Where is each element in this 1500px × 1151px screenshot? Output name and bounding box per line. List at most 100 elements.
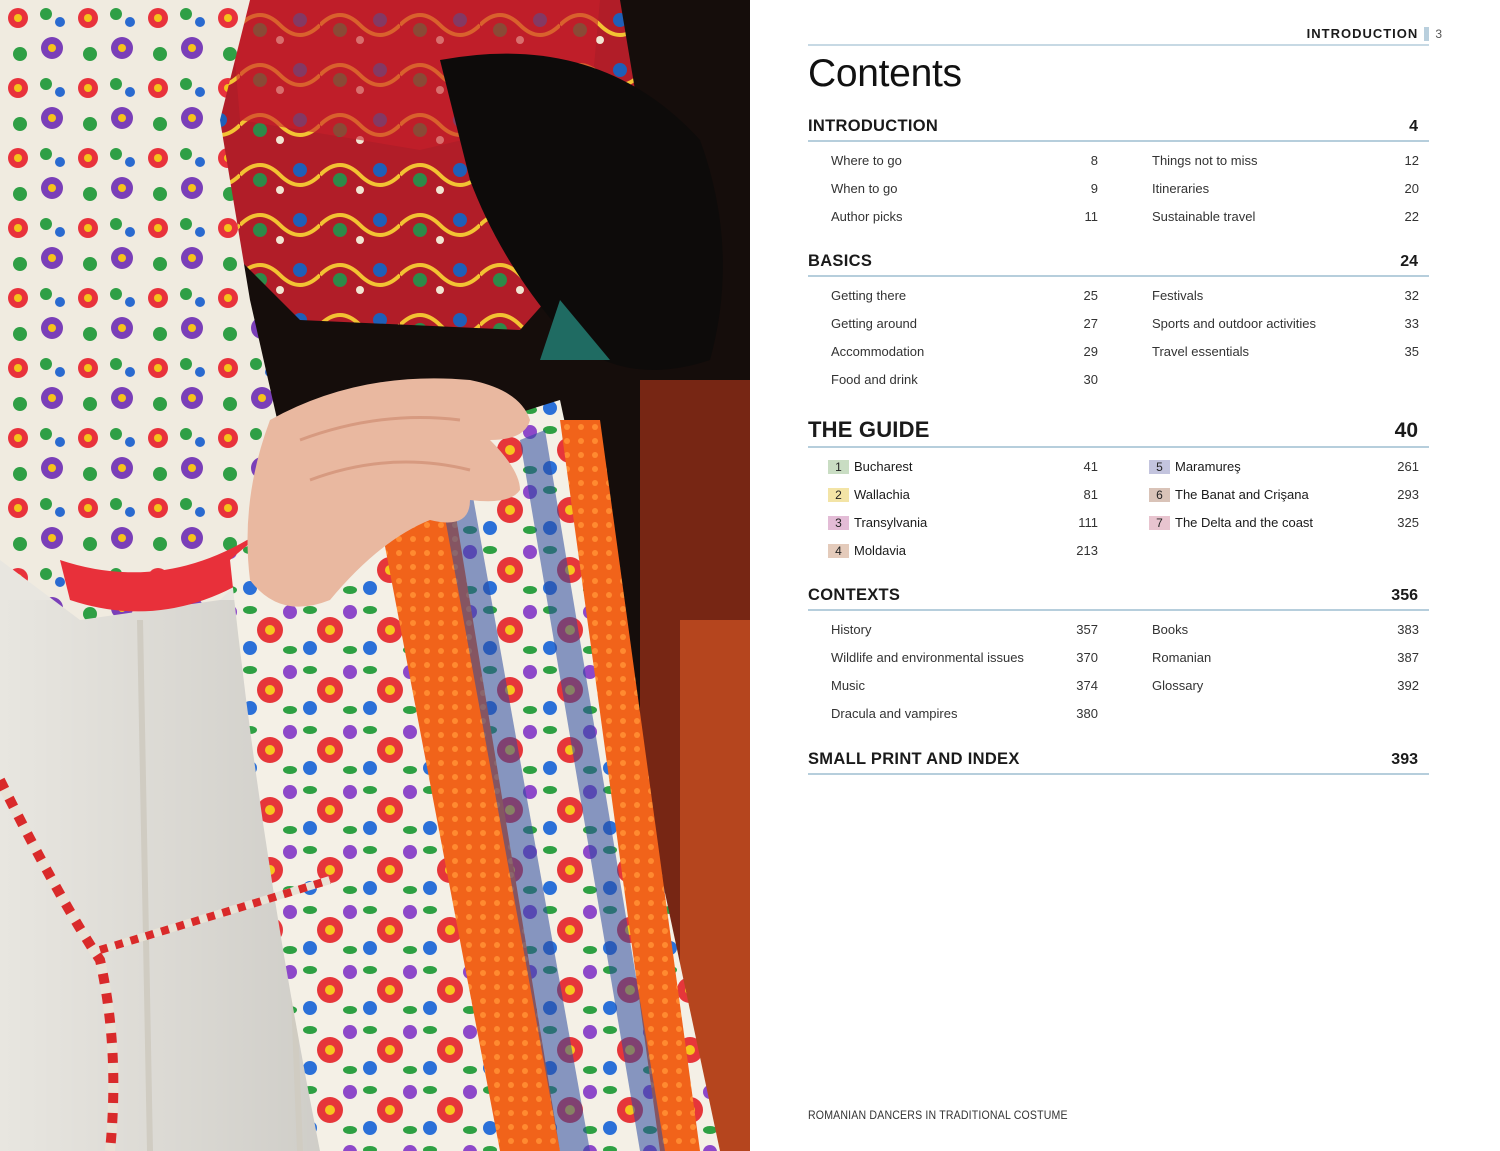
entry-page: 293 [1397, 487, 1419, 502]
entry-page: 357 [1076, 622, 1098, 637]
entry-page: 380 [1076, 706, 1098, 721]
chapter-label: Transylvania [854, 515, 928, 530]
toc-entry[interactable]: Food and drink 30 [831, 366, 1098, 394]
entry-page: 27 [1083, 316, 1098, 331]
entry-label: Music [831, 678, 865, 693]
entry-page: 370 [1076, 650, 1098, 665]
entry-page: 383 [1397, 622, 1419, 637]
section-header[interactable]: BASICS 24 [808, 245, 1429, 277]
entry-page: 25 [1083, 288, 1098, 303]
section-guide: THE GUIDE 40 1 Bucharest 41 2 Wallachia 81… [808, 412, 1429, 558]
entry-page: 213 [1076, 543, 1098, 558]
chapter-label: Maramureş [1175, 459, 1241, 474]
entry-page: 387 [1397, 650, 1419, 665]
entry-page: 81 [1083, 487, 1098, 502]
chapter-label: Bucharest [854, 459, 913, 474]
toc-entry[interactable]: Getting there 25 [831, 282, 1098, 310]
guide-chapter[interactable]: 4 Moldavia 213 [828, 537, 1098, 565]
toc-entry[interactable]: Sustainable travel 22 [1152, 203, 1419, 231]
toc-entry[interactable]: Things not to miss 12 [1152, 147, 1419, 175]
chapter-number: 1 [828, 459, 849, 474]
entry-page: 29 [1083, 344, 1098, 359]
guide-chapter[interactable]: 5 Maramureş 261 [1149, 453, 1419, 481]
toc-entry[interactable]: Where to go 8 [831, 147, 1098, 175]
guide-chapter[interactable]: 6 The Banat and Crişana 293 [1149, 481, 1419, 509]
top-rule [808, 44, 1429, 46]
section-title: INTRODUCTION [808, 117, 939, 135]
section-page: 24 [1400, 253, 1418, 270]
toc-entry[interactable]: Accommodation 29 [831, 338, 1098, 366]
page-title: Contents [808, 52, 962, 95]
guide-chapter[interactable]: 7 The Delta and the coast 325 [1149, 509, 1419, 537]
section-introduction: INTRODUCTION 4 Where to go 8 When to go 9 … [808, 110, 1429, 224]
chapter-number: 5 [1149, 459, 1170, 474]
toc-entry[interactable]: History 357 [831, 616, 1098, 644]
section-title: THE GUIDE [808, 417, 930, 442]
entry-label: Romanian [1152, 650, 1212, 665]
entry-label: Sports and outdoor activities [1152, 316, 1317, 331]
toc-entry[interactable]: Music 374 [831, 672, 1098, 700]
section-header[interactable]: CONTEXTS 356 [808, 579, 1429, 611]
guide-chapter[interactable]: 1 Bucharest 41 [828, 453, 1098, 481]
section-page: 393 [1391, 751, 1418, 768]
entry-page: 8 [1090, 153, 1098, 168]
entry-page: 392 [1397, 678, 1419, 693]
guide-chapter[interactable]: 3 Transylvania 111 [828, 509, 1098, 537]
toc-entry[interactable]: Festivals 32 [1152, 282, 1419, 310]
section-header[interactable]: INTRODUCTION 4 [808, 110, 1429, 142]
toc-entry[interactable]: Sports and outdoor activities 33 [1152, 310, 1419, 338]
section-header[interactable]: THE GUIDE 40 [808, 412, 1429, 448]
photo-caption: ROMANIAN DANCERS IN TRADITIONAL COSTUME [808, 1108, 1068, 1122]
entry-label: Getting around [831, 316, 918, 331]
section-page: 40 [1394, 419, 1418, 442]
section-title: CONTEXTS [808, 586, 901, 604]
toc-entry[interactable]: Dracula and vampires 380 [831, 700, 1098, 728]
entry-page: 35 [1404, 344, 1419, 359]
section-small-print: SMALL PRINT AND INDEX 393 [808, 743, 1429, 775]
entry-page: 12 [1404, 153, 1419, 168]
toc-entry[interactable]: When to go 9 [831, 175, 1098, 203]
chapter-number: 6 [1149, 487, 1170, 502]
chapter-number: 4 [828, 543, 849, 558]
chapter-label: The Delta and the coast [1175, 515, 1314, 530]
entry-label: Wildlife and environmental issues [831, 650, 1024, 665]
section-title: BASICS [808, 252, 873, 270]
embroidered-costume-photo [0, 0, 750, 1151]
chapter-label: Wallachia [854, 487, 910, 502]
entry-page: 20 [1404, 181, 1419, 196]
section-contexts: CONTEXTS 356 History 357 Wildlife and env… [808, 579, 1429, 721]
entry-label: Food and drink [831, 372, 918, 387]
toc-entry[interactable]: Itineraries 20 [1152, 175, 1419, 203]
entry-label: Where to go [831, 153, 902, 168]
toc-entry[interactable]: Getting around 27 [831, 310, 1098, 338]
toc-entry[interactable]: Books 383 [1152, 616, 1419, 644]
toc-entry[interactable]: Romanian 387 [1152, 644, 1419, 672]
toc-entry[interactable]: Author picks 11 [831, 203, 1098, 231]
chapter-label: Moldavia [854, 543, 907, 558]
toc-entry[interactable]: Wildlife and environmental issues 370 [831, 644, 1098, 672]
entry-page: 261 [1397, 459, 1419, 474]
guide-chapter[interactable]: 2 Wallachia 81 [828, 481, 1098, 509]
entry-label: Festivals [1152, 288, 1204, 303]
entry-page: 111 [1078, 515, 1098, 530]
section-header[interactable]: SMALL PRINT AND INDEX 393 [808, 743, 1429, 775]
page-number: 3 [1435, 26, 1442, 41]
chapter-number: 3 [828, 515, 849, 530]
running-head-label: INTRODUCTION [1306, 26, 1419, 41]
entry-label: Things not to miss [1152, 153, 1258, 168]
entry-page: 30 [1083, 372, 1098, 387]
section-page: 4 [1409, 118, 1418, 135]
running-head-divider [1424, 26, 1430, 41]
section-basics: BASICS 24 Getting there 25 Getting around… [808, 245, 1429, 387]
entry-label: History [831, 622, 872, 637]
entry-label: Dracula and vampires [831, 706, 958, 721]
entry-label: Travel essentials [1152, 344, 1250, 359]
entry-page: 11 [1084, 209, 1099, 224]
toc-entry[interactable]: Glossary 392 [1152, 672, 1419, 700]
chapter-number: 2 [828, 487, 849, 502]
chapter-number: 7 [1149, 515, 1170, 530]
cover-photo [0, 0, 750, 1151]
running-head: INTRODUCTION 3 [1307, 26, 1442, 41]
toc-entry[interactable]: Travel essentials 35 [1152, 338, 1419, 366]
entry-page: 325 [1397, 515, 1419, 530]
